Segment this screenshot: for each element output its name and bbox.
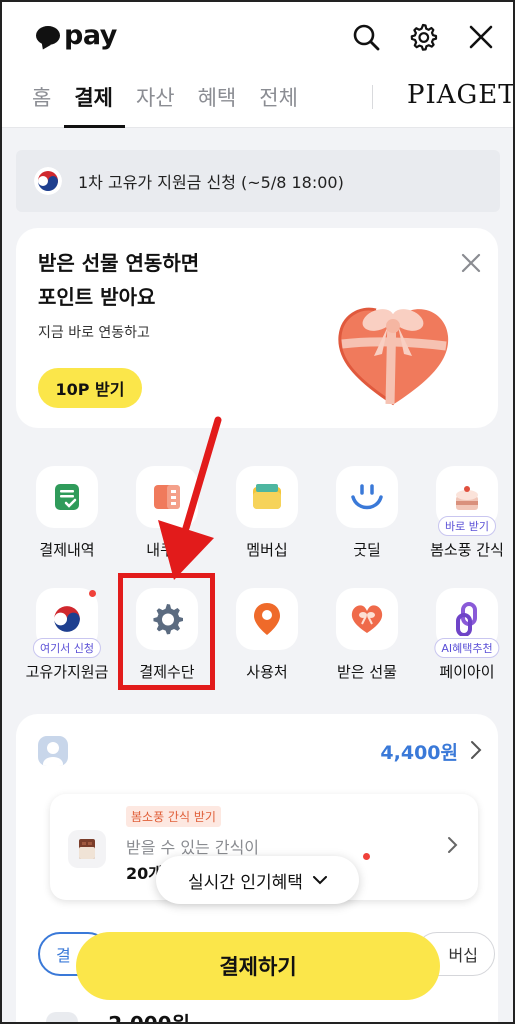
popular-benefits-label: 실시간 인기혜택 — [188, 872, 303, 893]
promo-title-line1: 받은 선물 연동하면 — [38, 251, 200, 275]
red-arrow-annotation — [158, 416, 222, 580]
promo-card: 받은 선물 연동하면 포인트 받아요 지금 바로 연동하고 10P 받기 — [16, 228, 498, 428]
snack-tag: 봄소풍 간식 받기 — [126, 806, 221, 827]
notice-banner[interactable]: 1차 고유가 지원금 신청 (~5/8 18:00) — [16, 150, 500, 212]
menu-item-received-gifts[interactable]: 받은 선물 — [317, 588, 417, 682]
tab-separator — [372, 85, 373, 109]
close-icon[interactable] — [460, 252, 482, 274]
menu-icon-box: AI혜택추천 — [434, 588, 500, 658]
promo-subtitle: 지금 바로 연동하고 — [38, 325, 150, 341]
menu-label: 결제내역 — [39, 541, 95, 559]
menu-item-pay-ai[interactable]: AI혜택추천 페이아이 — [417, 588, 515, 682]
tab-payment[interactable]: 결제 — [64, 82, 125, 128]
get-points-button[interactable]: 10P 받기 — [38, 368, 142, 408]
menu-badge: 바로 받기 — [438, 516, 496, 536]
link-icon — [456, 602, 477, 636]
taegeuk-icon — [54, 606, 80, 632]
tab-assets[interactable]: 자산 — [136, 82, 175, 126]
transaction-amount: -2,000원 — [100, 1012, 190, 1024]
receipt-icon — [55, 484, 79, 510]
cake-icon — [456, 486, 478, 510]
gear-icon — [153, 604, 183, 635]
tab-benefits[interactable]: 혜택 — [198, 82, 237, 126]
menu-item-payment-methods[interactable]: 결제수단 — [117, 588, 217, 682]
menu-item-good-deal[interactable]: 굿딜 — [317, 466, 417, 560]
menu-item-spring-snack[interactable]: 바로 받기 봄소풍 간식 — [417, 466, 515, 560]
tab-all[interactable]: 전체 — [259, 82, 298, 126]
notice-text: 1차 고유가 지원금 신청 (~5/8 18:00) — [78, 173, 344, 192]
brand-ad-logo[interactable]: PIAGET — [407, 80, 515, 110]
menu-label: 고유가지원금 — [25, 663, 109, 681]
user-icon — [43, 742, 63, 766]
menu-icon-box: 바로 받기 — [436, 466, 498, 536]
tab-home[interactable]: 홈 — [32, 82, 51, 126]
heart-gift-illustration — [338, 307, 449, 406]
menu-item-fuel-subsidy[interactable]: 여기서 신청 고유가지원금 — [17, 588, 117, 682]
notification-dot — [363, 853, 370, 860]
promo-title-line2: 포인트 받아요 — [38, 285, 156, 309]
notification-dot — [89, 590, 96, 597]
menu-icon-box — [236, 588, 298, 650]
menu-icon-box — [236, 466, 298, 528]
menu-icon-box — [36, 466, 98, 528]
chevron-down-icon — [312, 875, 327, 884]
menu-icon-box — [136, 588, 198, 650]
promo-title: 받은 선물 연동하면 포인트 받아요 — [38, 246, 199, 314]
menu-item-payment-history[interactable]: 결제내역 — [17, 466, 117, 560]
pay-button[interactable]: 결제하기 — [76, 932, 440, 1000]
speech-bubble-icon — [36, 26, 60, 45]
menu-label: 결제수단 — [139, 663, 195, 681]
wallet-card-icon — [253, 484, 281, 509]
transaction-icon — [46, 1012, 78, 1024]
top-bar: pay 홈 결제 자산 혜택 전체 PIAGET — [0, 0, 515, 128]
settings-gear-icon[interactable] — [408, 22, 438, 52]
menu-badge: 여기서 신청 — [32, 638, 102, 658]
menu-badge: AI혜택추천 — [434, 638, 500, 658]
points-amount[interactable]: 4,400원 — [380, 738, 458, 765]
snack-icon-box — [68, 830, 106, 868]
close-icon[interactable] — [466, 22, 496, 52]
kakaopay-logo[interactable]: pay — [36, 20, 117, 51]
location-pin-icon — [254, 603, 280, 635]
menu-label: 봄소풍 간식 — [430, 541, 504, 559]
menu-icon-box — [336, 466, 398, 528]
taegeuk-icon — [34, 167, 62, 195]
heart-gift-icon — [351, 605, 383, 633]
menu-label: 굿딜 — [353, 541, 381, 559]
avatar[interactable] — [38, 736, 68, 766]
search-icon[interactable] — [351, 22, 381, 52]
popular-benefits-button[interactable]: 실시간 인기혜택 — [156, 856, 359, 904]
chevron-right-icon[interactable] — [470, 740, 482, 760]
menu-label: 받은 선물 — [337, 663, 397, 681]
menu-icon-box — [336, 588, 398, 650]
menu-icon-box: 여기서 신청 — [32, 588, 102, 658]
menu-item-merchants[interactable]: 사용처 — [217, 588, 317, 682]
smile-icon — [351, 484, 383, 510]
menu-label: 사용처 — [246, 663, 288, 681]
tab-bar: 홈 결제 자산 혜택 전체 — [32, 82, 321, 128]
snack-line1: 받을 수 있는 간식이 — [126, 838, 260, 857]
menu-label: 페이아이 — [439, 663, 495, 681]
chevron-right-icon — [448, 837, 458, 853]
chocolate-icon — [79, 839, 95, 859]
logo-text: pay — [64, 20, 117, 51]
